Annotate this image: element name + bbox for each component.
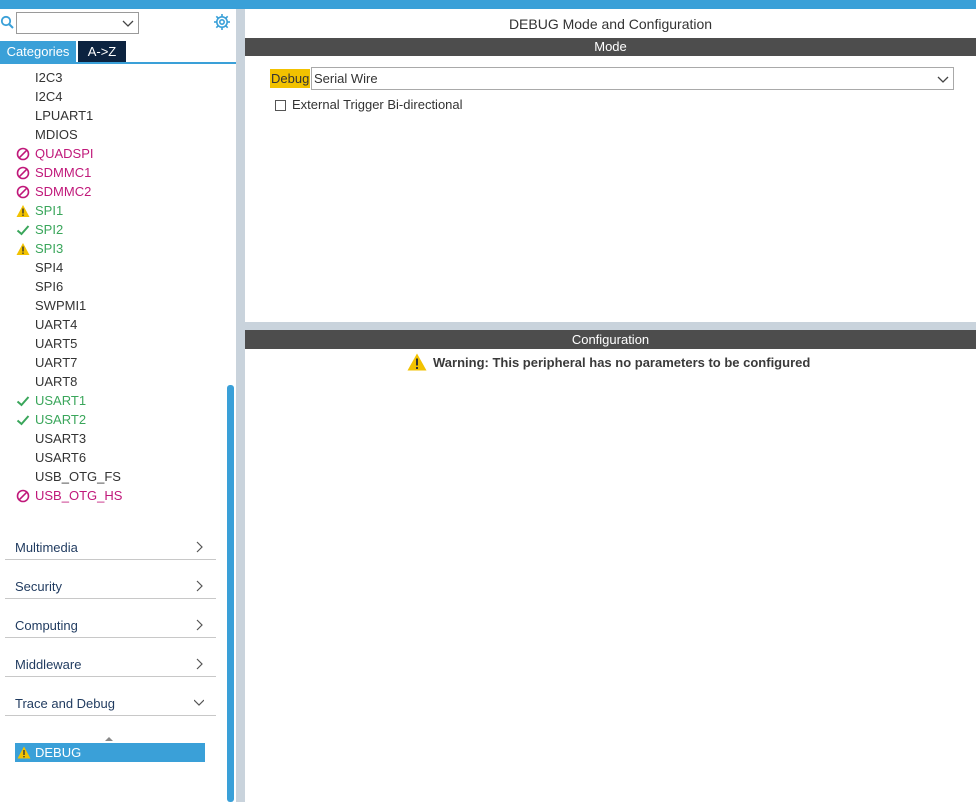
peripheral-item[interactable]: UART5 (0, 334, 226, 353)
top-accent-strip (0, 0, 976, 9)
debug-mode-value: Serial Wire (314, 71, 378, 86)
mode-header: Mode (245, 38, 976, 56)
debug-item[interactable]: DEBUG (15, 743, 205, 762)
peripheral-label: UART8 (35, 374, 78, 389)
peripheral-label: USART1 (35, 393, 87, 408)
category-label: Trace and Debug (15, 696, 115, 711)
peripheral-item[interactable]: USB_OTG_FS (0, 467, 226, 486)
configuration-header: Configuration (245, 330, 976, 349)
peripheral-label: UART7 (35, 355, 78, 370)
debug-item-label: DEBUG (35, 745, 82, 760)
tab-underline (0, 62, 236, 64)
warning-icon (407, 353, 427, 371)
peripheral-item[interactable]: USART3 (0, 429, 226, 448)
peripheral-label: SPI4 (35, 260, 64, 275)
peripheral-label: USART3 (35, 431, 87, 446)
peripheral-item[interactable]: UART8 (0, 372, 226, 391)
panel-splitter[interactable] (236, 9, 245, 802)
right-panel: DEBUG Mode and Configuration Mode Debug … (245, 9, 976, 802)
peripheral-label: SPI3 (35, 241, 64, 256)
horizontal-splitter[interactable] (245, 322, 976, 330)
peripheral-label: SPI6 (35, 279, 64, 294)
peripheral-item[interactable]: USART2 (0, 410, 226, 429)
peripheral-item[interactable]: LPUART1 (0, 106, 226, 125)
warning-message: Warning: This peripheral has no paramete… (433, 355, 811, 370)
category-label: Multimedia (15, 540, 78, 555)
peripheral-item[interactable]: QUADSPI (0, 144, 226, 163)
peripheral-label: USART6 (35, 450, 87, 465)
category-label: Security (15, 579, 62, 594)
peripheral-label: USART2 (35, 412, 87, 427)
chevron-right-icon (196, 541, 203, 553)
category-middleware[interactable]: Middleware (5, 638, 216, 677)
peripheral-item[interactable]: USART1 (0, 391, 226, 410)
category-label: Computing (15, 618, 78, 633)
warning-icon (16, 242, 30, 256)
category-label: Middleware (15, 657, 82, 672)
chevron-down-icon (194, 699, 204, 706)
peripheral-label: LPUART1 (35, 108, 94, 123)
left-panel: Categories A->Z I2C3 I2C4 LPUART1 MDIOS QUAD… (0, 9, 236, 802)
peripheral-item[interactable]: SWPMI1 (0, 296, 226, 315)
external-trigger-checkbox[interactable] (275, 100, 286, 111)
search-icon[interactable] (0, 15, 14, 29)
peripheral-item[interactable]: SPI1 (0, 201, 226, 220)
peripheral-label: USB_OTG_FS (35, 469, 121, 484)
chevron-down-icon (937, 76, 949, 83)
peripheral-item[interactable]: UART7 (0, 353, 226, 372)
page-title: DEBUG Mode and Configuration (508, 16, 713, 32)
peripheral-item[interactable]: SDMMC2 (0, 182, 226, 201)
peripheral-item[interactable]: USART6 (0, 448, 226, 467)
tab-a-to-z[interactable]: A->Z (78, 41, 126, 62)
peripheral-label: SDMMC1 (35, 165, 92, 180)
external-trigger-label: External Trigger Bi-directional (292, 97, 463, 112)
peripheral-item[interactable]: I2C3 (0, 68, 226, 87)
peripheral-label: SPI2 (35, 222, 64, 237)
disabled-icon (16, 166, 30, 180)
check-icon (16, 223, 30, 237)
disabled-icon (16, 147, 30, 161)
peripheral-item[interactable]: UART4 (0, 315, 226, 334)
debug-mode-select[interactable]: Serial Wire (311, 67, 954, 90)
chevron-right-icon (196, 658, 203, 670)
peripheral-item[interactable]: SDMMC1 (0, 163, 226, 182)
chevron-right-icon (196, 580, 203, 592)
peripheral-label: UART4 (35, 317, 78, 332)
peripheral-item[interactable]: SPI6 (0, 277, 226, 296)
disabled-icon (16, 489, 30, 503)
peripheral-label: MDIOS (35, 127, 78, 142)
peripheral-item[interactable]: I2C4 (0, 87, 226, 106)
search-dropdown[interactable] (16, 12, 139, 34)
peripheral-item[interactable]: MDIOS (0, 125, 226, 144)
peripheral-item[interactable]: SPI4 (0, 258, 226, 277)
category-computing[interactable]: Computing (5, 599, 216, 638)
debug-field-label: Debug (270, 69, 311, 88)
category-security[interactable]: Security (5, 560, 216, 599)
peripheral-label: I2C4 (35, 89, 63, 104)
peripheral-label: SWPMI1 (35, 298, 87, 313)
peripheral-item[interactable]: SPI3 (0, 239, 226, 258)
category-multimedia[interactable]: Multimedia (5, 521, 216, 560)
warning-icon (17, 746, 31, 759)
peripheral-label: UART5 (35, 336, 78, 351)
check-icon (16, 413, 30, 427)
check-icon (16, 394, 30, 408)
chevron-right-icon (196, 619, 203, 631)
tab-categories[interactable]: Categories (0, 41, 76, 62)
peripheral-label: SPI1 (35, 203, 64, 218)
peripheral-label: I2C3 (35, 70, 63, 85)
category-trace-and-debug[interactable]: Trace and Debug (5, 677, 216, 716)
gear-icon[interactable] (213, 13, 231, 31)
peripheral-label: QUADSPI (35, 146, 94, 161)
peripheral-item[interactable]: SPI2 (0, 220, 226, 239)
peripheral-label: USB_OTG_HS (35, 488, 123, 503)
disabled-icon (16, 185, 30, 199)
scrollbar-thumb[interactable] (227, 385, 234, 802)
warning-icon (16, 204, 30, 218)
peripheral-label: SDMMC2 (35, 184, 92, 199)
chevron-down-icon (122, 20, 134, 27)
peripheral-item[interactable]: USB_OTG_HS (0, 486, 226, 505)
